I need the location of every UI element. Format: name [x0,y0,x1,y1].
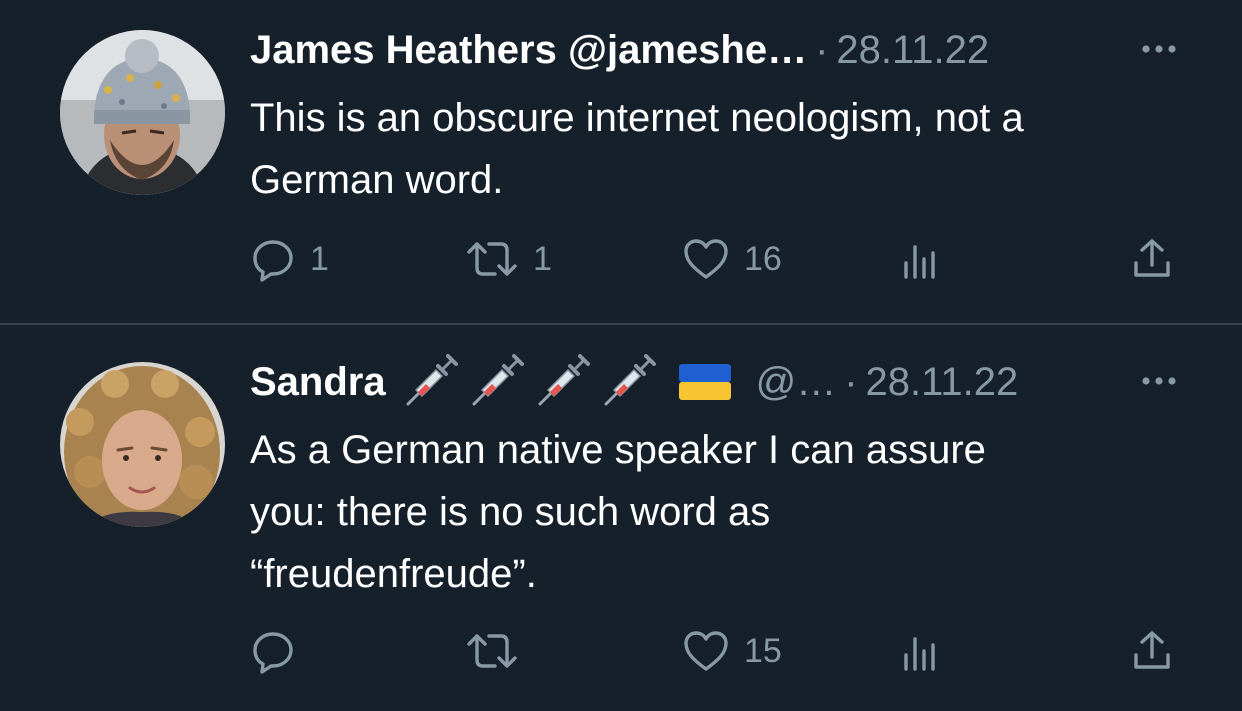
tweet[interactable]: James Heathers @jameshe… · 28.11.22 This… [0,0,1242,323]
separator-dot: · [815,27,829,72]
like-icon [682,629,730,673]
tweet-header: James Heathers @jameshe… · 28.11.22 [250,25,1182,75]
views-icon [900,239,940,279]
tweet-text-line: “freudenfreude”. [250,552,537,596]
share-icon [1130,237,1174,281]
tweet-text-line: you: there is no such word as [250,490,771,534]
separator-dot: · [844,359,858,404]
like-count: 16 [744,239,782,278]
tweet-text-line: German word. [250,158,504,202]
author-name[interactable]: James Heathers @jameshe… [250,28,807,73]
syringe-icon [468,354,524,410]
syringe-icon [600,354,656,410]
avatar[interactable] [60,30,225,195]
reply-icon [250,236,296,282]
timestamp[interactable]: 28.11.22 [866,360,1019,405]
retweet-button[interactable]: 1 [465,234,552,284]
retweet-button[interactable] [465,626,533,676]
tweet-text: As a German native speaker I can assure … [250,419,1210,605]
reply-count: 1 [310,239,329,278]
retweet-count: 1 [533,239,552,278]
share-icon [1130,629,1174,673]
like-count: 15 [744,631,782,670]
action-bar: 15 [250,626,1180,676]
more-icon[interactable] [1136,361,1182,401]
retweet-icon [465,628,519,674]
reply-button[interactable]: 1 [250,234,329,284]
retweet-icon [465,236,519,282]
like-icon [682,237,730,281]
tweet-text-line: This is an obscure internet neologism, n… [250,96,1024,140]
author-name[interactable]: Sandra [250,360,386,405]
author-handle[interactable]: @… [756,360,837,405]
action-bar: 1 1 16 [250,234,1180,284]
timestamp[interactable]: 28.11.22 [836,28,989,73]
like-button[interactable]: 15 [682,626,782,676]
tweet[interactable]: Sandra @… · 28.11.22 As a German native … [0,325,1242,711]
ukraine-flag-icon [678,362,732,402]
views-button[interactable] [900,626,940,676]
share-button[interactable] [1130,626,1174,676]
like-button[interactable]: 16 [682,234,782,284]
reply-button[interactable] [250,626,310,676]
views-button[interactable] [900,234,940,284]
tweet-text: This is an obscure internet neologism, n… [250,87,1210,211]
tweet-text-line: As a German native speaker I can assure [250,428,986,472]
syringe-icon [534,354,590,410]
syringe-icon [402,354,458,410]
views-icon [900,631,940,671]
avatar[interactable] [60,362,225,527]
display-name-emojis [402,354,732,410]
more-icon[interactable] [1136,29,1182,69]
share-button[interactable] [1130,234,1174,284]
reply-icon [250,628,296,674]
tweet-header: Sandra @… · 28.11.22 [250,354,1182,410]
